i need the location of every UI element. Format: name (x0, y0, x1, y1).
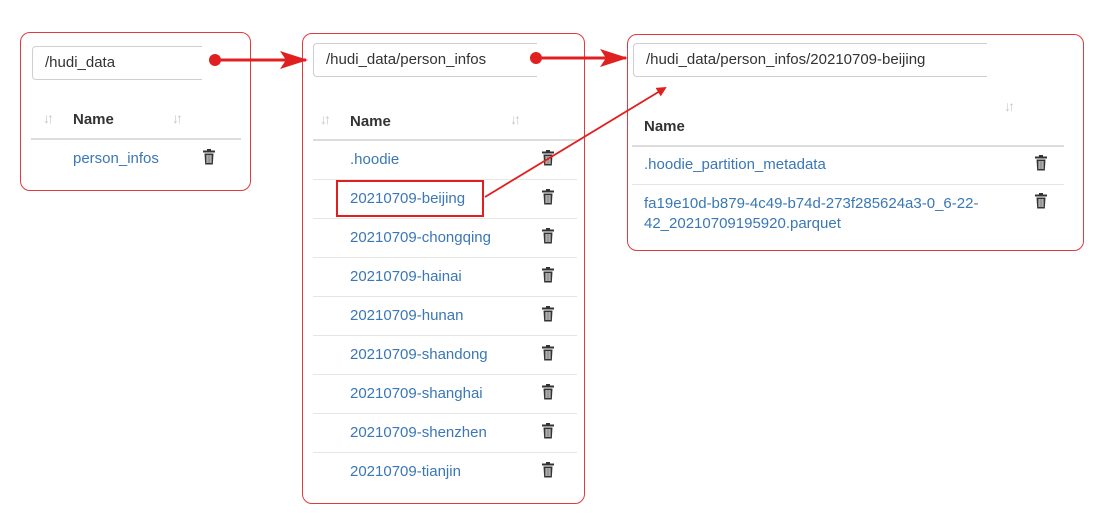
arrow-2 (530, 49, 628, 67)
arrow-3 (484, 86, 667, 198)
annotation-arrows (209, 49, 667, 198)
arrow-1 (209, 51, 308, 69)
